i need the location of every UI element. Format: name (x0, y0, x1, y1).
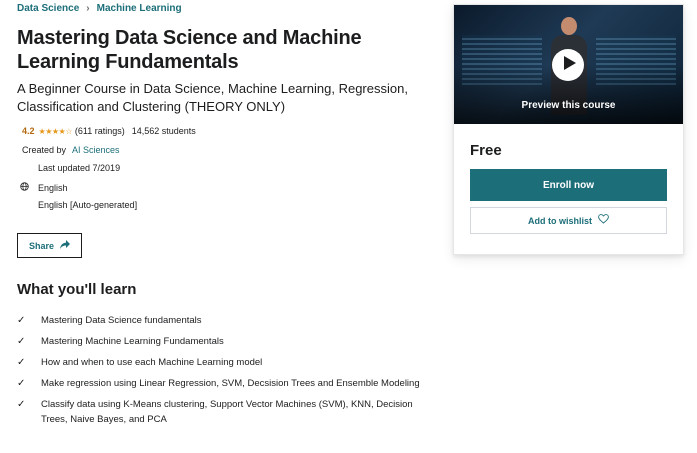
list-item: ✓ How and when to use each Machine Learni… (17, 355, 427, 370)
rating-value: 4.2 (22, 126, 35, 136)
language-text: English (38, 182, 68, 193)
last-updated-text: Last updated 7/2019 (38, 163, 121, 173)
share-arrow-icon (60, 239, 70, 252)
learn-item-text: Mastering Machine Learning Fundamentals (41, 336, 224, 347)
learn-section-title: What you'll learn (17, 281, 137, 298)
rating-row: 4.2 ★★★★☆ (611 ratings) 14,562 students (22, 126, 196, 136)
learn-item-text: How and when to use each Machine Learnin… (41, 357, 263, 368)
price: Free (470, 142, 502, 159)
captions-text: English [Auto-generated] (38, 200, 138, 210)
play-button[interactable] (552, 49, 584, 81)
check-icon: ✓ (17, 336, 26, 347)
check-icon: ✓ (17, 399, 26, 410)
list-item: ✓ Classify data using K-Means clustering,… (17, 397, 427, 427)
course-subtitle: A Beginner Course in Data Science, Machi… (17, 81, 408, 114)
heart-icon (598, 214, 609, 227)
check-icon: ✓ (17, 378, 26, 389)
add-to-wishlist-button[interactable]: Add to wishlist (470, 207, 667, 234)
captions-row: English [Auto-generated] (17, 200, 137, 210)
share-button[interactable]: Share (17, 233, 82, 258)
purchase-card: Preview this course Free Enroll now Add … (453, 4, 684, 255)
preview-label: Preview this course (521, 100, 616, 111)
check-icon: ✓ (17, 315, 26, 326)
language-row: English (17, 182, 68, 193)
check-icon: ✓ (17, 357, 26, 368)
learn-list: ✓ Mastering Data Science fundamentals ✓ Ma… (17, 313, 427, 433)
author-link[interactable]: AI Sciences (72, 145, 120, 155)
breadcrumb: Data Science › Machine Learning (17, 3, 182, 14)
star-rating-icon: ★★★★☆ (38, 126, 73, 136)
course-preview[interactable]: Preview this course (454, 5, 683, 124)
breadcrumb-item-data-science[interactable]: Data Science (17, 3, 79, 14)
chevron-right-icon: › (86, 3, 90, 14)
last-updated-row: Last updated 7/2019 (17, 163, 120, 173)
list-item: ✓ Make regression using Linear Regression… (17, 376, 427, 391)
globe-icon (17, 182, 31, 193)
list-item: ✓ Mastering Machine Learning Fundamentals (17, 334, 427, 349)
play-icon (561, 55, 576, 75)
students-count: 14,562 students (131, 126, 196, 136)
wishlist-label: Add to wishlist (528, 215, 592, 226)
learn-item-text: Classify data using K-Means clustering, … (41, 399, 413, 425)
created-by-label: Created by (22, 145, 67, 155)
created-by: Created by AI Sciences (22, 145, 120, 155)
enroll-button[interactable]: Enroll now (470, 169, 667, 201)
page-title: Mastering Data Science and Machine Learn… (17, 27, 362, 73)
list-item: ✓ Mastering Data Science fundamentals (17, 313, 427, 328)
breadcrumb-item-machine-learning[interactable]: Machine Learning (97, 3, 182, 14)
learn-item-text: Mastering Data Science fundamentals (41, 315, 202, 326)
learn-item-text: Make regression using Linear Regression,… (41, 378, 420, 389)
ratings-count-link[interactable]: (611 ratings) (75, 126, 125, 136)
share-label: Share (28, 240, 54, 251)
